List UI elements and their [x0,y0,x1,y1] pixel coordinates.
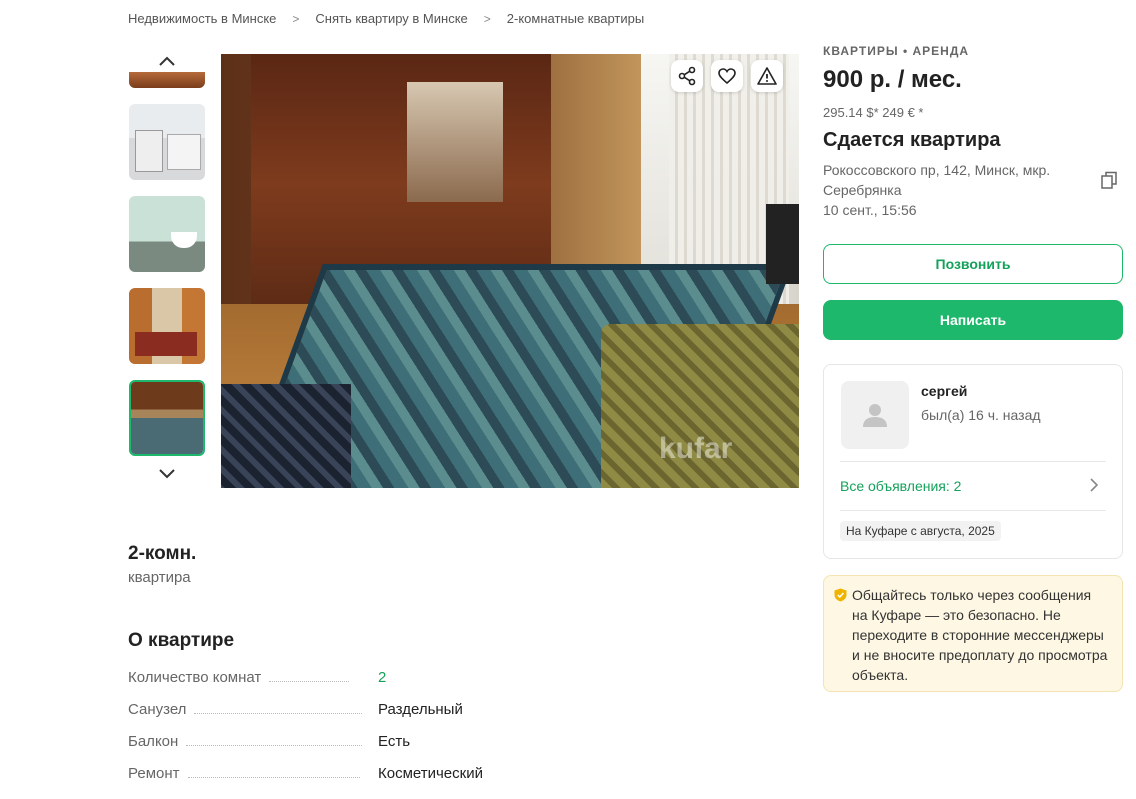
param-label: Балкон [128,733,179,750]
thumbs-down-button[interactable] [128,462,206,484]
copy-icon[interactable] [1099,170,1119,190]
param-value: Есть [378,733,411,750]
all-ads-link[interactable]: Все объявления: 2 [840,478,961,494]
breadcrumb-item-2-room[interactable]: 2-комнатные квартиры [507,11,644,26]
seller-name[interactable]: сергей [921,383,967,399]
heart-icon [718,68,736,85]
user-icon [863,404,887,427]
breadcrumb-separator-icon: > [292,11,300,26]
param-row-balcony: Балкон Есть [128,733,528,765]
listing-title: Сдается квартира [823,129,1001,151]
thumbs-up-button[interactable] [128,50,206,72]
shield-icon [834,588,847,602]
param-label: Количество комнат [128,669,262,686]
breadcrumb-item-rent-apartment[interactable]: Снять квартиру в Минске [315,11,467,26]
chevron-down-icon [159,469,175,479]
listing-date: 10 сент., 15:56 [823,202,917,218]
param-label: Санузел [128,701,187,718]
thumbnail-strip [128,50,206,484]
param-dots [194,713,363,714]
share-button[interactable] [671,60,703,92]
breadcrumb-separator-icon: > [483,11,491,26]
apartment-type-subtitle: квартира [128,569,191,586]
safety-notice: Общайтесь только через сообщения на Куфа… [823,575,1123,692]
favorite-button[interactable] [711,60,743,92]
thumbnail-kitchen[interactable] [129,104,205,180]
chevron-right-icon[interactable] [1088,477,1100,493]
listing-alt-price: 295.14 $* 249 € * [823,105,924,120]
param-dots [186,745,363,746]
param-label: Ремонт [128,765,180,782]
report-button[interactable] [751,60,783,92]
chevron-up-icon [159,56,175,66]
thumbnail-living-room[interactable] [129,380,205,456]
params-list: Количество комнат 2 Санузел Раздельный Б… [128,669,528,797]
param-row-bathroom: Санузел Раздельный [128,701,528,733]
param-dots [269,681,350,682]
call-button[interactable]: Позвонить [823,244,1123,284]
avatar[interactable] [841,381,909,449]
listing-price: 900 р. / мес. [823,66,962,93]
write-button[interactable]: Написать [823,300,1123,340]
main-photo[interactable]: kufar [221,54,799,488]
breadcrumb-item-realty-minsk[interactable]: Недвижимость в Минске [128,11,276,26]
breadcrumb: Недвижимость в Минске > Снять квартиру в… [128,11,644,26]
about-section-title: О квартире [128,630,235,651]
param-value[interactable]: 2 [378,669,386,686]
param-row-renovation: Ремонт Косметический [128,765,528,797]
address-block: Рокоссовского пр, 142, Минск, мкр. Сереб… [823,160,1123,220]
thumbnail-bathroom[interactable] [129,196,205,272]
photo-actions [671,60,783,92]
divider [840,510,1106,511]
seller-last-seen: был(а) 16 ч. назад [921,407,1041,423]
watermark: kufar [659,432,733,465]
listing-sidebar: КВАРТИРЫ • АРЕНДА 900 р. / мес. 295.14 $… [823,44,1123,692]
member-since-badge: На Куфаре с августа, 2025 [840,521,1001,541]
param-dots [187,777,360,778]
seller-card: сергей был(а) 16 ч. назад Все объявления… [823,364,1123,559]
listing-category: КВАРТИРЫ • АРЕНДА [823,44,970,58]
share-icon [678,66,696,86]
warning-icon [757,67,777,85]
param-value: Раздельный [378,701,463,718]
divider [840,461,1106,462]
safety-text: Общайтесь только через сообщения на Куфа… [852,587,1108,683]
thumbnail-bedroom[interactable] [129,288,205,364]
listing-address: Рокоссовского пр, 142, Минск, мкр. Сереб… [823,162,1051,198]
thumbnail-peek[interactable] [129,72,205,88]
apartment-type-title: 2-комн. [128,543,197,564]
param-row-rooms: Количество комнат 2 [128,669,528,701]
param-value: Косметический [378,765,483,782]
